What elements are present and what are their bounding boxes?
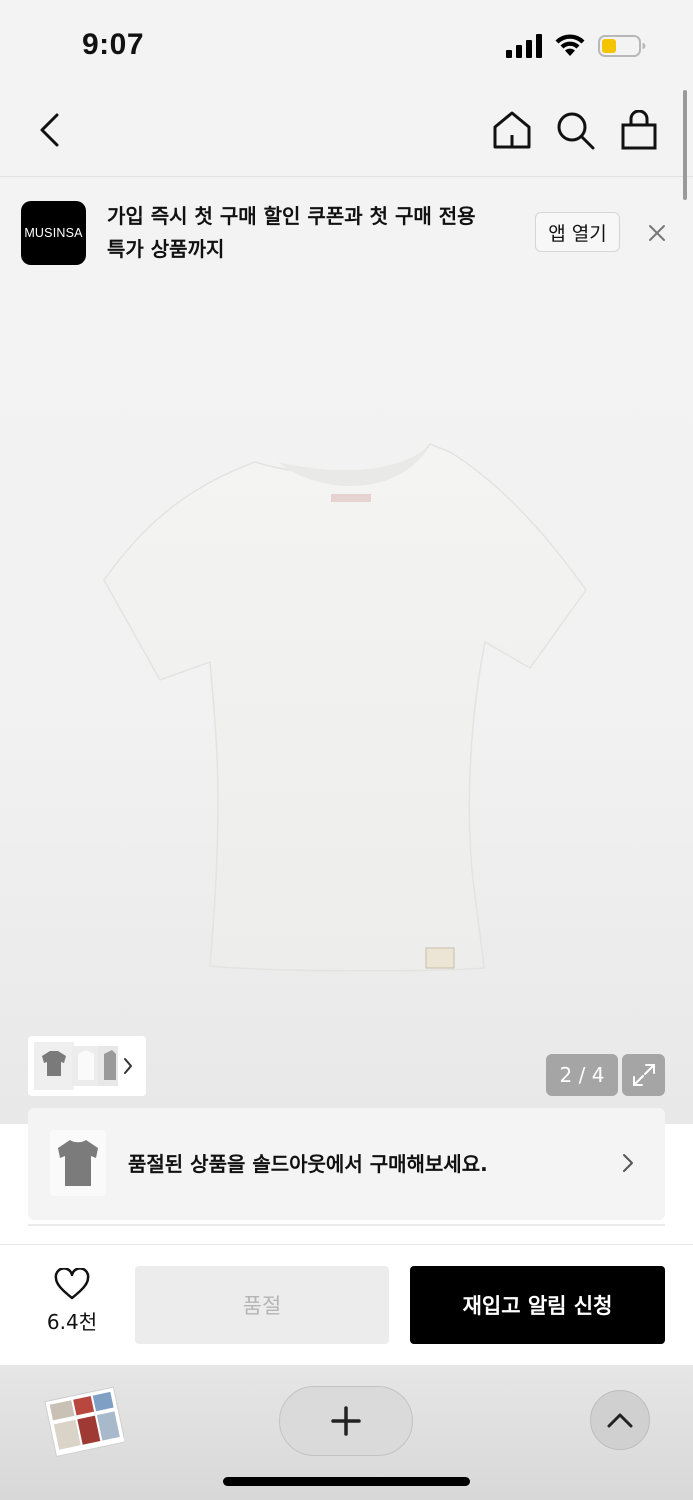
- banner-line-1: 가입 즉시 첫 구매 할인 쿠폰과 첫 구매 전용: [107, 204, 476, 228]
- battery-icon: [598, 35, 646, 57]
- search-icon: [557, 112, 595, 150]
- cellular-signal-icon: [506, 34, 542, 58]
- tabs-preview-icon: [44, 1386, 126, 1458]
- product-image-tshirt: [103, 443, 587, 972]
- thumbnail-images: [34, 1042, 132, 1090]
- soldout-button: 품절: [135, 1266, 389, 1344]
- expand-icon: [632, 1064, 655, 1086]
- chevron-up-icon: [607, 1413, 633, 1428]
- divider: [28, 1224, 665, 1226]
- banner-line-2: 특가 상품까지: [107, 237, 225, 261]
- close-icon: [649, 225, 665, 241]
- cart-button[interactable]: [615, 106, 663, 154]
- scroll-top-button[interactable]: [590, 1390, 650, 1450]
- restock-alert-button[interactable]: 재입고 알림 신청: [410, 1266, 665, 1344]
- banner-text: 가입 즉시 첫 구매 할인 쿠폰과 첫 구매 전용 특가 상품까지: [107, 200, 517, 266]
- fullscreen-button[interactable]: [622, 1054, 665, 1096]
- home-indicator: [223, 1477, 470, 1486]
- like-count: 6.4천: [46, 1310, 98, 1334]
- shopping-bag-icon: [621, 110, 657, 150]
- home-button[interactable]: [488, 106, 536, 154]
- back-button[interactable]: [26, 106, 74, 154]
- plus-icon: [331, 1406, 361, 1436]
- like-button[interactable]: 6.4천: [40, 1267, 104, 1338]
- chevron-right-icon: [124, 1058, 132, 1074]
- search-button[interactable]: [551, 106, 599, 154]
- tab-overview-button[interactable]: [44, 1386, 126, 1458]
- musinsa-logo: MUSINSA: [21, 201, 86, 265]
- chevron-right-icon: [623, 1154, 633, 1172]
- image-counter: 2 / 4: [546, 1054, 618, 1096]
- thumbnail-strip[interactable]: [28, 1036, 146, 1096]
- scrollbar[interactable]: [683, 90, 687, 200]
- soldout-promo-text: 품절된 상품을 솔드아웃에서 구매해보세요.: [128, 1152, 488, 1176]
- wifi-icon: [555, 34, 585, 56]
- heart-icon: [54, 1267, 90, 1300]
- open-app-button[interactable]: 앱 열기: [535, 212, 620, 252]
- soldout-promo-card[interactable]: 품절된 상품을 솔드아웃에서 구매해보세요.: [28, 1108, 665, 1220]
- banner-close-button[interactable]: [640, 216, 674, 250]
- new-tab-button[interactable]: [279, 1386, 413, 1456]
- home-icon: [493, 111, 531, 149]
- back-icon: [40, 113, 59, 147]
- status-time: 9:07: [82, 28, 145, 61]
- soldout-thumbnail: [50, 1130, 106, 1196]
- header-divider: [0, 176, 693, 177]
